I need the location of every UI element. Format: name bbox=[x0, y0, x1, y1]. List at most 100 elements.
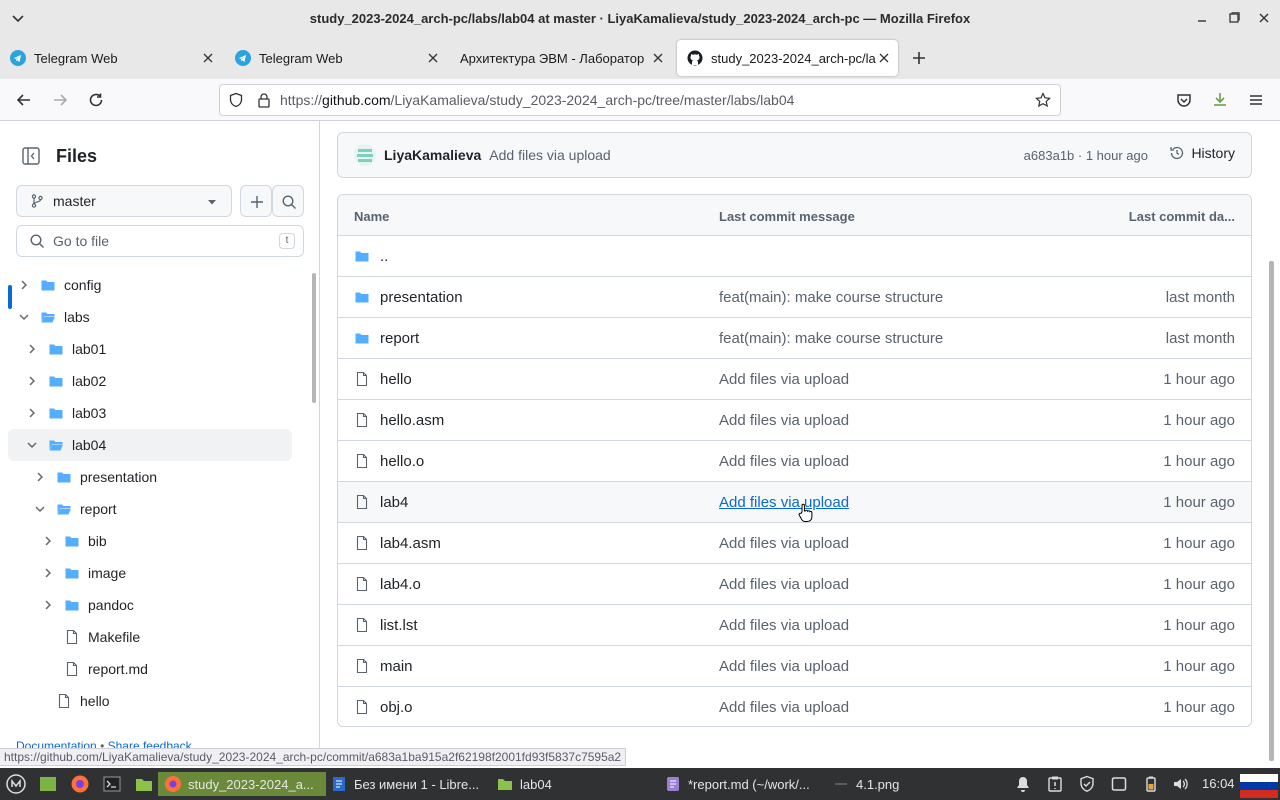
sidebar-collapse-icon[interactable] bbox=[16, 141, 46, 171]
forward-icon[interactable] bbox=[51, 91, 69, 109]
commit-message-link[interactable]: Add files via upload bbox=[719, 535, 849, 552]
keyboard-layout-flag-icon[interactable] bbox=[1240, 774, 1278, 798]
pocket-icon[interactable] bbox=[1175, 91, 1193, 109]
taskbar-image-viewer[interactable]: 4.1.png bbox=[832, 772, 899, 796]
table-row[interactable]: lab4 Add files via upload 1 hour ago bbox=[338, 482, 1251, 523]
hamburger-menu-icon[interactable] bbox=[1247, 91, 1265, 109]
tree-item[interactable]: labs bbox=[8, 301, 292, 333]
table-row[interactable]: obj.o Add files via upload 1 hour ago bbox=[338, 687, 1251, 726]
window-icon[interactable] bbox=[1110, 775, 1128, 793]
tree-item[interactable]: report.md bbox=[8, 653, 292, 685]
battery-icon[interactable] bbox=[1142, 775, 1160, 793]
commit-message-link[interactable]: feat(main): make course structure bbox=[719, 330, 943, 347]
commit-author[interactable]: LiyaKamalieva bbox=[384, 147, 481, 163]
close-tab-icon[interactable] bbox=[878, 52, 890, 64]
back-icon[interactable] bbox=[15, 91, 33, 109]
branch-selector[interactable]: master bbox=[16, 185, 232, 217]
tree-item[interactable]: lab02 bbox=[8, 365, 292, 397]
chevron-down-icon[interactable] bbox=[32, 501, 48, 517]
file-name-link[interactable]: lab4.asm bbox=[380, 535, 441, 552]
close-icon[interactable] bbox=[1256, 10, 1272, 26]
file-name-link[interactable]: obj.o bbox=[380, 699, 413, 716]
commit-message-link[interactable]: Add files via upload bbox=[719, 576, 849, 593]
file-name-link[interactable]: list.lst bbox=[380, 617, 418, 634]
bookmark-star-icon[interactable] bbox=[1035, 92, 1051, 108]
commit-message-link[interactable]: feat(main): make course structure bbox=[719, 289, 943, 306]
close-tab-icon[interactable] bbox=[652, 52, 664, 64]
start-menu-icon[interactable] bbox=[6, 774, 26, 794]
terminal-icon[interactable] bbox=[102, 774, 122, 794]
firefox-launcher-icon[interactable] bbox=[70, 774, 90, 794]
sidebar-scrollbar[interactable] bbox=[312, 273, 316, 403]
chevron-right-icon[interactable] bbox=[24, 405, 40, 421]
chevron-right-icon[interactable] bbox=[24, 341, 40, 357]
security-shield-icon[interactable] bbox=[1078, 775, 1096, 793]
chevron-right-icon[interactable] bbox=[40, 597, 56, 613]
tree-item[interactable]: lab04 bbox=[8, 429, 292, 461]
tree-item[interactable]: hello bbox=[8, 685, 292, 717]
table-row[interactable]: presentation feat(main): make course stru… bbox=[338, 277, 1251, 318]
desktop-icon[interactable] bbox=[38, 774, 58, 794]
chevron-right-icon[interactable] bbox=[32, 469, 48, 485]
minimize-icon[interactable] bbox=[1194, 10, 1210, 26]
table-row[interactable]: lab4.asm Add files via upload 1 hour ago bbox=[338, 523, 1251, 564]
add-file-button[interactable] bbox=[240, 185, 272, 217]
go-to-file-input[interactable]: Go to file t bbox=[16, 225, 304, 257]
file-name-link[interactable]: main bbox=[380, 658, 413, 675]
tree-item[interactable]: lab01 bbox=[8, 333, 292, 365]
taskbar-libreoffice[interactable]: Без имени 1 - Libre... bbox=[330, 772, 479, 796]
table-row[interactable]: hello.asm Add files via upload 1 hour ago bbox=[338, 400, 1251, 441]
tree-item[interactable]: bib bbox=[8, 525, 292, 557]
clipboard-icon[interactable] bbox=[1046, 775, 1064, 793]
file-name-link[interactable]: lab4 bbox=[380, 494, 408, 511]
file-name-link[interactable]: presentation bbox=[380, 289, 463, 306]
table-row[interactable]: lab4.o Add files via upload 1 hour ago bbox=[338, 564, 1251, 605]
taskbar-lab04-folder[interactable]: lab04 bbox=[496, 772, 552, 796]
tab-architecture-lab[interactable]: Архитектура ЭВМ - Лаборатор bbox=[450, 40, 672, 76]
file-name-link[interactable]: hello bbox=[380, 371, 412, 388]
commit-message-link[interactable]: Add files via upload bbox=[719, 371, 849, 388]
table-row[interactable]: .. bbox=[338, 236, 1251, 277]
commit-message[interactable]: Add files via upload bbox=[489, 147, 610, 163]
taskbar-firefox[interactable]: study_2023-2024_a... bbox=[158, 772, 326, 796]
notifications-bell-icon[interactable] bbox=[1014, 775, 1032, 793]
close-tab-icon[interactable] bbox=[427, 52, 439, 64]
commit-message-link[interactable]: Add files via upload bbox=[719, 699, 849, 716]
tab-github-active[interactable]: study_2023-2024_arch-pc/la bbox=[677, 40, 898, 76]
files-icon[interactable] bbox=[134, 774, 154, 794]
commit-message-link[interactable]: Add files via upload bbox=[719, 453, 849, 470]
shield-icon[interactable] bbox=[228, 92, 244, 108]
history-button[interactable]: History bbox=[1169, 145, 1235, 161]
close-tab-icon[interactable] bbox=[202, 52, 214, 64]
restore-icon[interactable] bbox=[1226, 10, 1242, 26]
chevron-right-icon[interactable] bbox=[24, 373, 40, 389]
table-row[interactable]: main Add files via upload 1 hour ago bbox=[338, 646, 1251, 687]
commit-message-link[interactable]: Add files via upload bbox=[719, 658, 849, 675]
tree-item[interactable]: Makefile bbox=[8, 621, 292, 653]
search-files-button[interactable] bbox=[272, 185, 304, 217]
tree-item[interactable]: report bbox=[8, 493, 292, 525]
file-name-link[interactable]: .. bbox=[380, 248, 388, 265]
table-row[interactable]: hello Add files via upload 1 hour ago bbox=[338, 359, 1251, 400]
commit-message-link[interactable]: Add files via upload bbox=[719, 617, 849, 634]
main-scrollbar[interactable] bbox=[1269, 261, 1274, 761]
commit-message-link[interactable]: Add files via upload bbox=[719, 494, 849, 511]
chevron-right-icon[interactable] bbox=[40, 565, 56, 581]
volume-icon[interactable] bbox=[1172, 775, 1190, 793]
new-tab-icon[interactable] bbox=[910, 49, 928, 67]
file-name-link[interactable]: lab4.o bbox=[380, 576, 421, 593]
tree-item[interactable]: config bbox=[8, 269, 292, 301]
file-name-link[interactable]: hello.o bbox=[380, 453, 424, 470]
commit-message-link[interactable]: Add files via upload bbox=[719, 412, 849, 429]
chevron-down-icon[interactable] bbox=[24, 437, 40, 453]
table-row[interactable]: report feat(main): make course structure l… bbox=[338, 318, 1251, 359]
table-row[interactable]: list.lst Add files via upload 1 hour ago bbox=[338, 605, 1251, 646]
file-name-link[interactable]: hello.asm bbox=[380, 412, 444, 429]
chevron-right-icon[interactable] bbox=[40, 533, 56, 549]
table-row[interactable]: hello.o Add files via upload 1 hour ago bbox=[338, 441, 1251, 482]
tab-telegram-1[interactable]: Telegram Web bbox=[0, 40, 222, 76]
url-bar[interactable]: https://github.com/LiyaKamalieva/study_2… bbox=[219, 84, 1061, 116]
reload-icon[interactable] bbox=[87, 91, 105, 109]
chevron-down-icon[interactable] bbox=[16, 309, 32, 325]
tab-telegram-2[interactable]: Telegram Web bbox=[225, 40, 447, 76]
